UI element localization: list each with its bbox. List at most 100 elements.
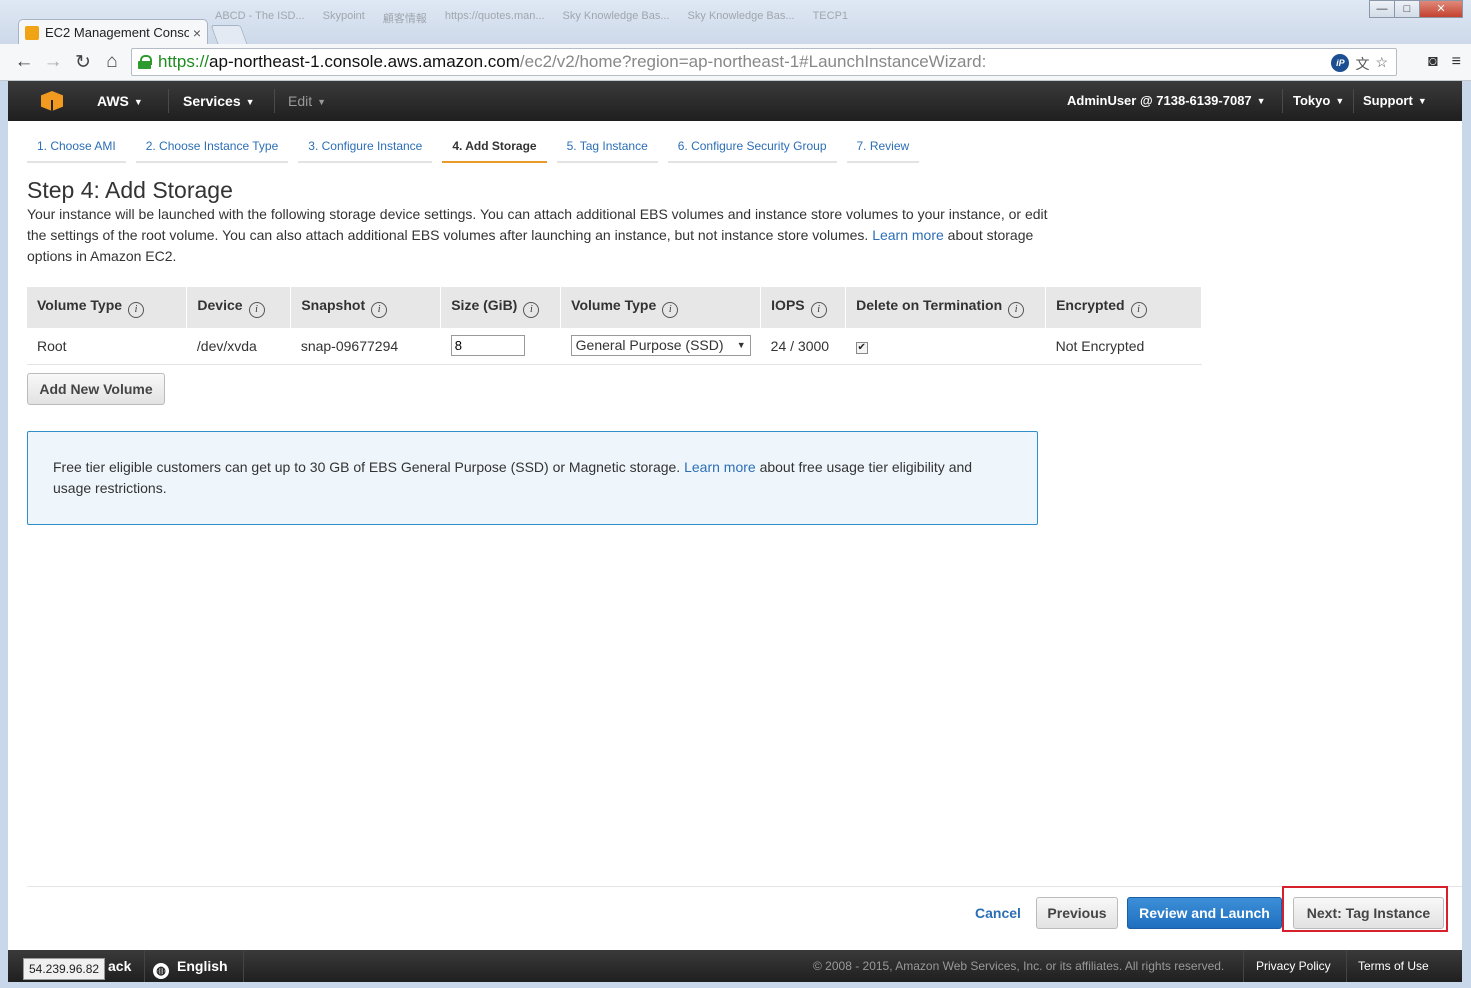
- column-header-label: Size (GiB): [451, 297, 518, 313]
- column-header-label: Volume Type: [37, 297, 123, 313]
- url-path: /ec2/v2/home?region=ap-northeast-1#Launc…: [519, 52, 987, 71]
- aws-cube-icon[interactable]: [41, 91, 63, 111]
- nav-divider: [1282, 89, 1283, 113]
- size-input[interactable]: [450, 335, 525, 357]
- wizard-step-tag-instance[interactable]: 5. Tag Instance: [556, 139, 658, 163]
- console-footer: ack ◍ English © 2008 - 2015, Amazon Web S…: [8, 950, 1462, 982]
- nav-divider: [168, 89, 169, 113]
- previous-button[interactable]: Previous: [1036, 897, 1118, 929]
- info-text: Free tier eligible customers can get up …: [53, 459, 681, 475]
- close-window-button[interactable]: ✕: [1419, 0, 1463, 18]
- tab-close-icon[interactable]: ×: [193, 25, 201, 41]
- cancel-button[interactable]: Cancel: [975, 905, 1021, 921]
- learn-more-link[interactable]: Learn more: [872, 227, 944, 243]
- support-menu[interactable]: Support ▼: [1363, 81, 1427, 121]
- storage-table: Volume Type i Device i Snapshot i Size (GiB…: [27, 287, 1202, 365]
- new-tab-button[interactable]: [210, 25, 248, 44]
- chevron-down-icon: ▼: [1335, 96, 1345, 106]
- chevron-down-icon: ▼: [317, 97, 327, 107]
- cell-device: /dev/xvda: [186, 328, 291, 365]
- info-icon[interactable]: i: [248, 302, 265, 318]
- translate-icon[interactable]: 文: [1355, 54, 1369, 74]
- aws-menu-label: AWS: [97, 93, 129, 109]
- info-icon[interactable]: i: [128, 302, 145, 318]
- volume-type-select[interactable]: General Purpose (SSD) ▼: [570, 335, 751, 357]
- column-header-label: Delete on Termination: [856, 297, 1003, 313]
- menu-hamburger-icon[interactable]: ≡: [1452, 53, 1461, 71]
- tab-title: EC2 Management Conso: [45, 25, 189, 40]
- wizard-step-configure-instance[interactable]: 3. Configure Instance: [298, 139, 433, 163]
- info-icon[interactable]: i: [1008, 302, 1025, 318]
- footer-divider: [144, 950, 145, 982]
- info-learn-more-link[interactable]: Learn more: [684, 459, 756, 475]
- incognito-icon[interactable]: ◙: [1428, 53, 1438, 71]
- column-header: Snapshot i: [290, 287, 442, 328]
- edit-menu-label: Edit: [288, 93, 313, 109]
- background-tab[interactable]: Sky Knowledge Bas...: [563, 10, 670, 32]
- browser-toolbar: ← → ↻ ⌂ https://ap-northeast-1.console.a…: [0, 44, 1471, 81]
- column-header: Volume Type i: [560, 287, 762, 328]
- account-menu[interactable]: AdminUser @ 7138-6139-7087 ▼: [1067, 81, 1266, 121]
- star-bookmark-icon[interactable]: ☆: [1375, 54, 1388, 74]
- column-header-label: Encrypted: [1056, 297, 1125, 313]
- background-tab[interactable]: https://quotes.man...: [445, 10, 545, 32]
- info-icon[interactable]: i: [523, 302, 540, 318]
- review-and-launch-button[interactable]: Review and Launch: [1127, 897, 1282, 929]
- background-tab[interactable]: 顧客情報: [383, 10, 427, 32]
- window-border-left: [0, 81, 8, 988]
- omnibox-icons: iP 文 ☆: [1331, 54, 1388, 74]
- forward-arrow-icon[interactable]: →: [42, 51, 64, 73]
- address-bar[interactable]: https://ap-northeast-1.console.aws.amazo…: [131, 48, 1397, 76]
- aws-menu[interactable]: AWS ▼: [97, 81, 143, 121]
- background-tab[interactable]: TECP1: [813, 10, 848, 32]
- window-controls: — □ ✕: [1369, 0, 1463, 18]
- table-row: Root /dev/xvda snap-09677294 General Pur…: [27, 328, 1202, 365]
- info-icon[interactable]: i: [371, 302, 388, 318]
- back-arrow-icon[interactable]: ←: [13, 51, 35, 73]
- copyright-text: © 2008 - 2015, Amazon Web Services, Inc.…: [813, 959, 1225, 973]
- browser-tab-active[interactable]: EC2 Management Conso ×: [18, 19, 208, 45]
- background-tab[interactable]: Sky Knowledge Bas...: [688, 10, 795, 32]
- wizard-step-review[interactable]: 7. Review: [846, 139, 920, 163]
- services-menu[interactable]: Services ▼: [183, 81, 255, 121]
- edit-menu[interactable]: Edit ▼: [288, 81, 326, 121]
- column-header: Encrypted i: [1045, 287, 1202, 328]
- free-tier-info-box: Free tier eligible customers can get up …: [27, 431, 1038, 525]
- terms-of-use-link[interactable]: Terms of Use: [1358, 950, 1429, 982]
- info-icon[interactable]: i: [810, 302, 827, 318]
- wizard-step-choose-instance-type[interactable]: 2. Choose Instance Type: [135, 139, 289, 163]
- column-header-label: Volume Type: [571, 297, 657, 313]
- ip-extension-icon[interactable]: iP: [1331, 54, 1350, 72]
- region-menu[interactable]: Tokyo ▼: [1293, 81, 1344, 121]
- volume-type-selected: General Purpose (SSD): [575, 337, 724, 354]
- region-menu-label: Tokyo: [1293, 93, 1331, 108]
- feedback-link[interactable]: ack: [108, 950, 131, 982]
- info-icon[interactable]: i: [662, 302, 679, 318]
- cell-size: [440, 328, 561, 365]
- delete-on-termination-checkbox[interactable]: ✔: [855, 342, 868, 355]
- cell-volume-type: Root: [27, 328, 187, 365]
- privacy-policy-link[interactable]: Privacy Policy: [1256, 950, 1331, 982]
- step-description: Your instance will be launched with the …: [27, 204, 1057, 267]
- column-header-label: Device: [197, 297, 243, 313]
- aws-favicon-icon: [25, 25, 39, 40]
- url-host: ap-northeast-1.console.aws.amazon.com: [209, 52, 520, 71]
- wizard-step-add-storage[interactable]: 4. Add Storage: [442, 139, 547, 163]
- footer-divider: [1346, 950, 1347, 982]
- wizard-step-configure-security-group[interactable]: 6. Configure Security Group: [667, 139, 837, 163]
- column-header: Size (GiB) i: [440, 287, 562, 328]
- services-menu-label: Services: [183, 93, 241, 109]
- globe-icon: ◍: [153, 963, 169, 979]
- reload-icon[interactable]: ↻: [72, 51, 94, 74]
- background-tabs[interactable]: ABCD - The ISD... Skypoint 顧客情報 https://…: [215, 10, 1075, 32]
- minimize-button[interactable]: —: [1369, 0, 1395, 18]
- maximize-button[interactable]: □: [1394, 0, 1420, 18]
- info-icon[interactable]: i: [1130, 302, 1147, 318]
- chevron-down-icon: ▼: [245, 97, 255, 107]
- wizard-step-choose-ami[interactable]: 1. Choose AMI: [27, 139, 126, 163]
- language-selector[interactable]: ◍ English: [153, 950, 228, 982]
- home-icon[interactable]: ⌂: [101, 51, 123, 73]
- add-new-volume-button[interactable]: Add New Volume: [27, 373, 165, 405]
- highlight-box: [1282, 886, 1448, 932]
- background-tab[interactable]: Skypoint: [323, 10, 365, 32]
